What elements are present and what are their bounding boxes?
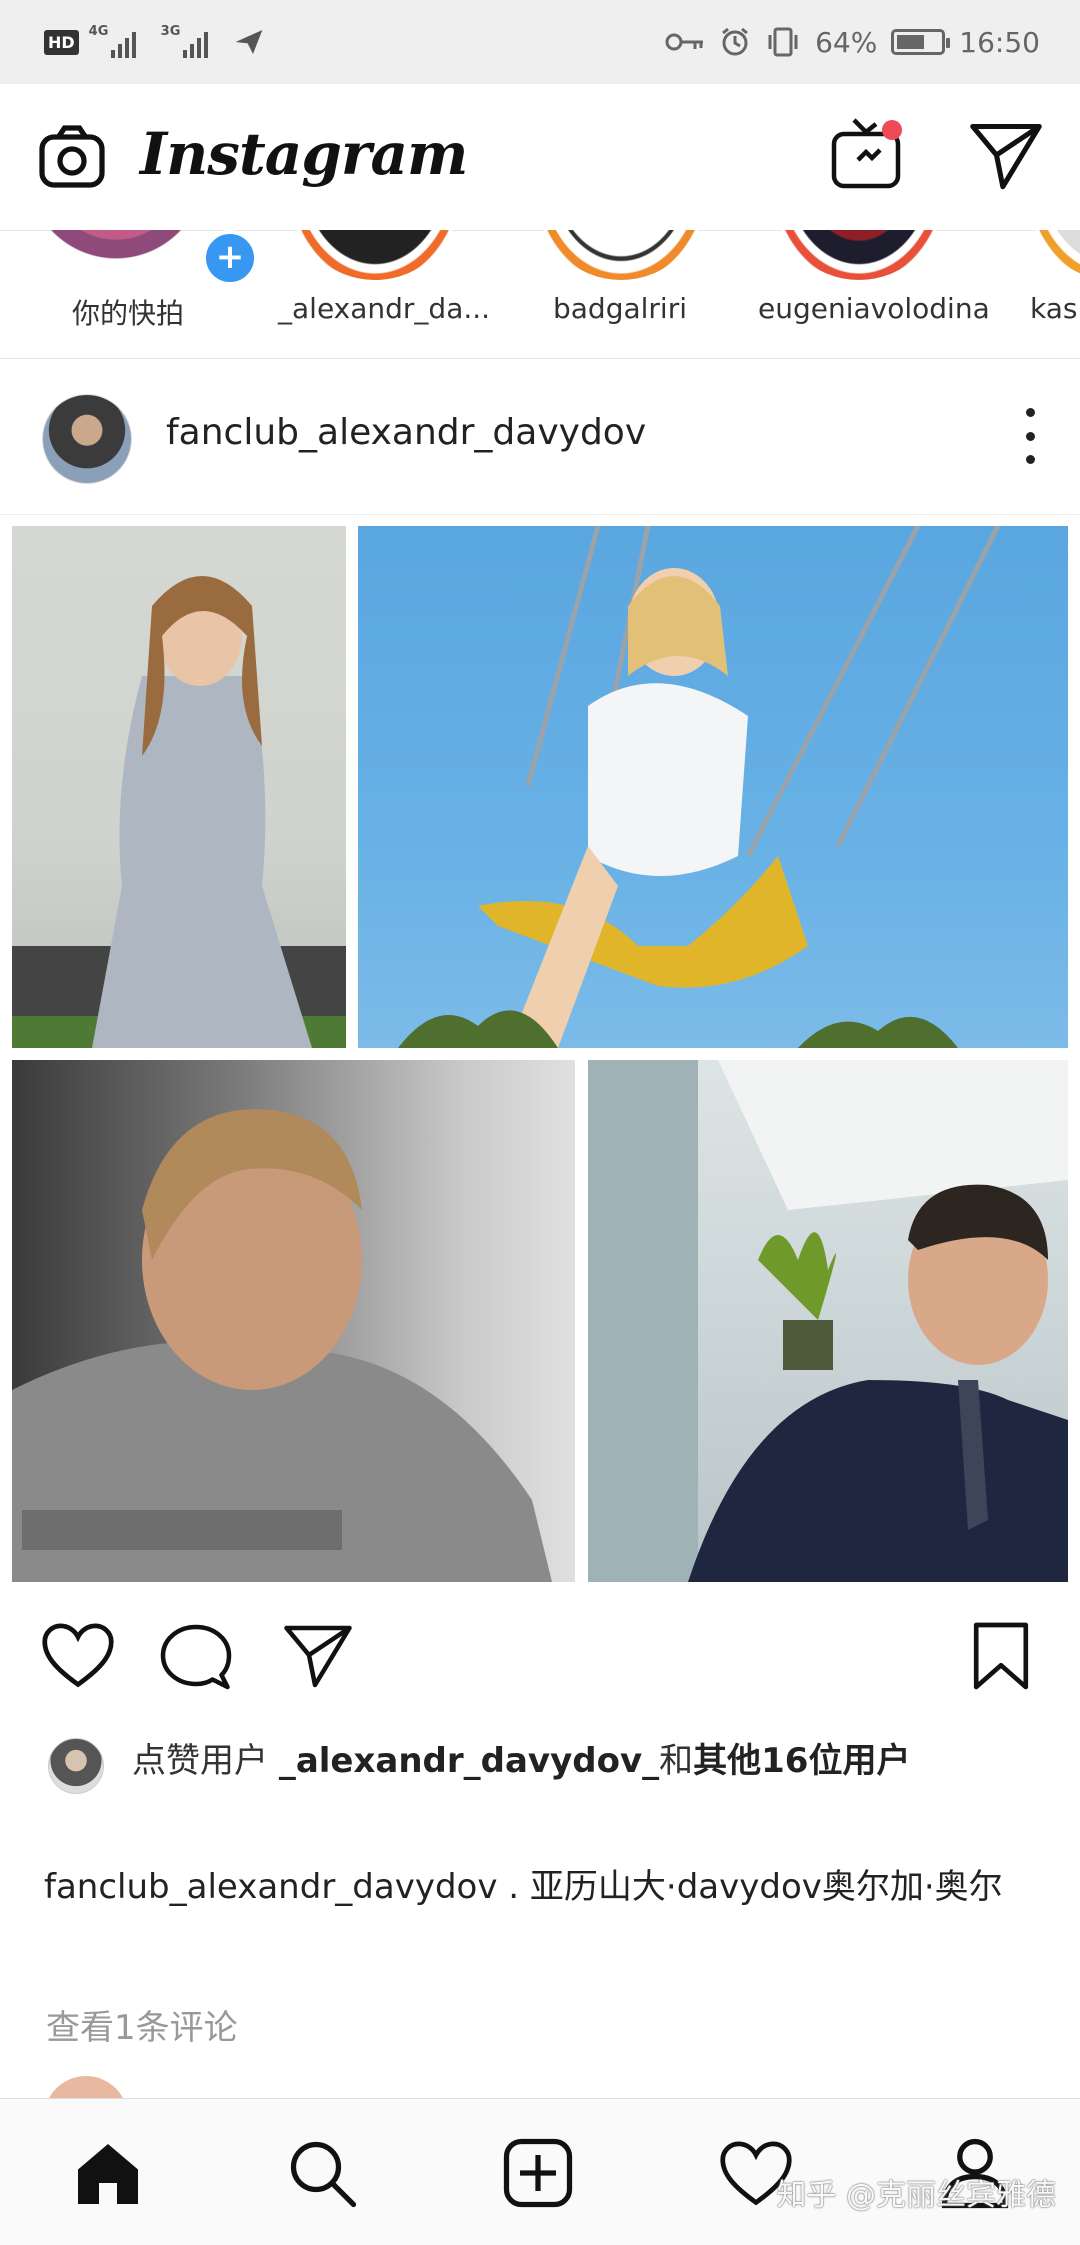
caption-text: . 亚历山大·davydov奥尔加·奥尔 [508, 1867, 1003, 1907]
bookmark-icon[interactable] [970, 1620, 1032, 1692]
liker-avatar[interactable] [48, 1738, 104, 1794]
heart-icon[interactable] [40, 1620, 116, 1692]
post-avatar[interactable] [42, 394, 132, 484]
post-header: fanclub_alexandr_davydov [0, 358, 1080, 515]
story-avatar[interactable] [1028, 230, 1080, 280]
watermark: 知乎 @克丽丝宾雅德 [776, 2178, 1056, 2213]
direct-icon[interactable] [968, 120, 1044, 190]
post-caption: fanclub_alexandr_davydov . 亚历山大·davydov奥… [44, 1858, 1044, 1916]
add-story-icon[interactable]: + [202, 230, 258, 286]
network-type-label: 3G [160, 24, 181, 39]
signal-icon-3g: 3G [161, 24, 223, 60]
clock: 16:50 [959, 25, 1040, 59]
signal-icon-4g: 4G [89, 24, 151, 60]
story-avatar[interactable] [290, 230, 460, 280]
caption-username[interactable]: fanclub_alexandr_davydov [44, 1867, 497, 1907]
post-username[interactable]: fanclub_alexandr_davydov [166, 412, 646, 453]
paper-plane-icon [235, 30, 263, 54]
notification-dot [882, 120, 902, 140]
key-icon [665, 33, 704, 51]
vibrate-icon [768, 27, 798, 57]
network-type-label: 4G [88, 24, 109, 39]
hd-badge: HD [44, 29, 79, 55]
post-photo-man-tshirt[interactable] [12, 1060, 575, 1582]
comment-icon[interactable] [160, 1622, 232, 1692]
status-bar: HD 4G 3G 64% 16:50 [0, 0, 1080, 84]
app-header: Instagram [0, 84, 1080, 231]
post-photo-swing[interactable] [358, 526, 1068, 1048]
view-comments-link[interactable]: 查看1条评论 [46, 2000, 238, 2049]
post-photo-man-suit[interactable] [588, 1060, 1068, 1582]
story-label: 你的快拍 [71, 297, 184, 330]
likes-others-link[interactable]: 其他16位用户 [693, 1741, 910, 1781]
story-label: eugeniavolodina [758, 292, 990, 325]
battery-percent: 64% [815, 25, 878, 59]
home-icon[interactable] [72, 2139, 144, 2209]
post-actions [0, 1620, 1080, 1700]
story-avatar[interactable] [46, 230, 186, 274]
share-icon[interactable] [282, 1622, 354, 1688]
post-photo-woman-dress[interactable] [12, 526, 346, 1048]
story-label: kas [1030, 292, 1078, 325]
likes-prefix: 点赞用户 [132, 1741, 279, 1781]
battery-icon [891, 29, 951, 55]
likes-user-link[interactable]: _alexandr_davydov_ [279, 1741, 659, 1781]
stories-tray: + 你的快拍 _alexandr_da... badgalriri eugeni… [0, 230, 1080, 359]
story-avatar[interactable] [536, 230, 706, 280]
story-avatar[interactable] [774, 230, 944, 280]
status-right: 64% 16:50 [665, 20, 1040, 64]
alarm-icon [722, 27, 748, 56]
instagram-logo[interactable]: Instagram [140, 120, 468, 188]
status-left: HD 4G 3G [44, 22, 265, 62]
more-options-icon[interactable] [1020, 408, 1040, 464]
story-label: _alexandr_da... [278, 292, 491, 325]
story-label: badgalriri [553, 292, 687, 325]
add-icon[interactable] [502, 2137, 574, 2209]
search-icon[interactable] [286, 2137, 358, 2209]
likes-text: 点赞用户 _alexandr_davydov_和其他16位用户 [132, 1734, 972, 1788]
camera-icon[interactable] [36, 122, 108, 194]
igtv-icon[interactable] [826, 112, 908, 194]
likes-suffix: 和 [659, 1741, 694, 1781]
